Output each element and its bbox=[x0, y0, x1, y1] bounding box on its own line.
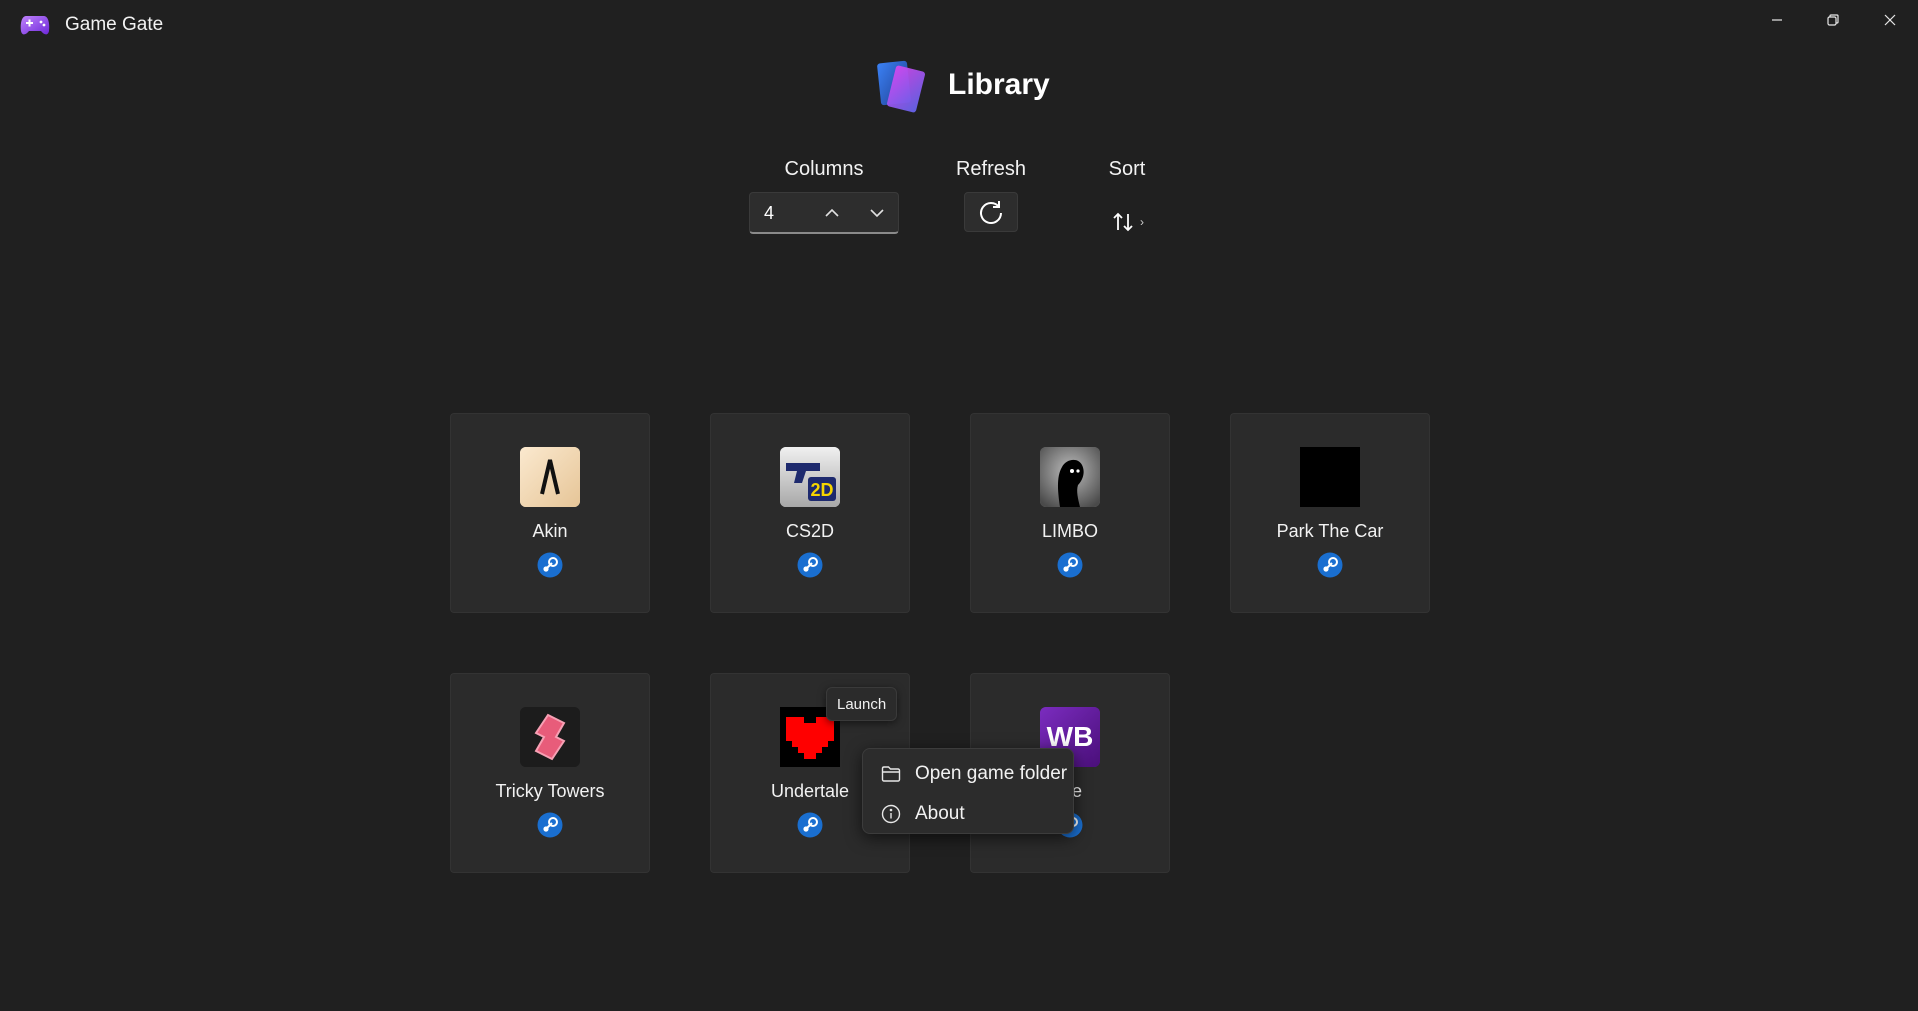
akin-icon bbox=[520, 447, 580, 507]
columns-value[interactable]: 4 bbox=[764, 203, 774, 224]
restore-button[interactable] bbox=[1805, 0, 1861, 40]
context-menu: Open game folder About bbox=[862, 748, 1074, 834]
increment-button[interactable] bbox=[816, 199, 848, 227]
restore-icon bbox=[1827, 14, 1839, 26]
steam-icon bbox=[1317, 552, 1343, 578]
close-icon bbox=[1884, 14, 1896, 26]
game-card-akin[interactable]: Akin bbox=[450, 413, 650, 613]
game-name: Tricky Towers bbox=[495, 781, 605, 801]
game-card-tricky-towers[interactable]: Tricky Towers bbox=[450, 673, 650, 873]
park-the-car-icon bbox=[1300, 447, 1360, 507]
game-name: Akin bbox=[532, 521, 568, 541]
steam-icon bbox=[537, 552, 563, 578]
game-name: LIMBO bbox=[1041, 521, 1098, 541]
menu-item-label: Open game folder bbox=[915, 763, 1068, 784]
menu-item-open-game-folder[interactable]: Open game folder bbox=[867, 755, 1069, 793]
refresh-button[interactable] bbox=[964, 192, 1018, 232]
launch-tooltip: Launch bbox=[826, 687, 898, 721]
app-gamepad-icon bbox=[20, 13, 50, 37]
chevron-up-icon bbox=[825, 208, 839, 217]
menu-item-about[interactable]: About bbox=[867, 795, 1069, 833]
info-icon bbox=[881, 804, 901, 824]
limbo-icon bbox=[1040, 447, 1100, 507]
columns-stepper[interactable]: 4 bbox=[749, 192, 899, 234]
close-button[interactable] bbox=[1862, 0, 1918, 40]
game-card-cs2d[interactable]: 2D CS2D bbox=[710, 413, 910, 613]
tricky-towers-icon bbox=[520, 707, 580, 767]
sort-arrows-icon bbox=[1113, 212, 1133, 232]
sort-button[interactable]: › bbox=[1112, 207, 1156, 237]
minimize-icon bbox=[1772, 19, 1782, 21]
library-logo-icon bbox=[875, 58, 929, 114]
refresh-icon bbox=[980, 201, 1002, 224]
cs2d-icon: 2D bbox=[780, 447, 840, 507]
svg-text:2D: 2D bbox=[810, 480, 833, 500]
chevron-down-icon bbox=[870, 209, 884, 218]
steam-icon bbox=[797, 552, 823, 578]
menu-item-label: About bbox=[915, 803, 965, 824]
folder-icon bbox=[881, 766, 901, 782]
decrement-button[interactable] bbox=[861, 199, 893, 227]
app-title: Game Gate bbox=[65, 14, 164, 35]
steam-icon bbox=[1057, 552, 1083, 578]
page-title: Library bbox=[948, 68, 1050, 101]
steam-icon bbox=[537, 812, 563, 838]
minimize-button[interactable] bbox=[1749, 0, 1805, 40]
game-name: Park The Car bbox=[1276, 521, 1384, 541]
game-card-park-the-car[interactable]: Park The Car bbox=[1230, 413, 1430, 613]
game-card-limbo[interactable]: LIMBO bbox=[970, 413, 1170, 613]
game-name: CS2D bbox=[785, 521, 834, 541]
sort-label: Sort bbox=[1108, 158, 1146, 180]
refresh-label: Refresh bbox=[955, 158, 1027, 180]
chevron-right-icon: › bbox=[1140, 215, 1144, 229]
columns-label: Columns bbox=[784, 158, 864, 180]
steam-icon bbox=[797, 812, 823, 838]
